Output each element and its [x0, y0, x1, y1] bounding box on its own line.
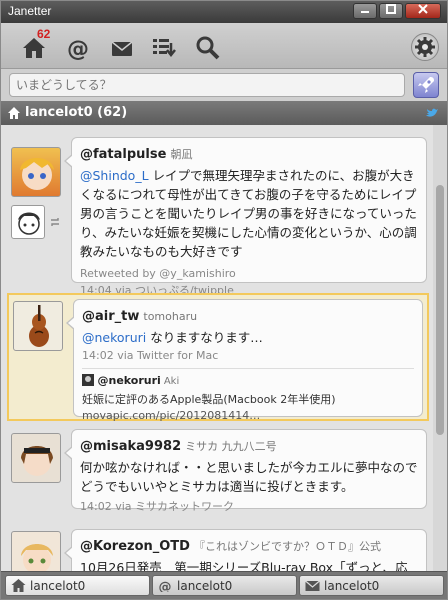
tweet-username[interactable]: @fatalpulse	[80, 147, 166, 162]
minimize-icon	[361, 11, 369, 13]
at-icon: @	[159, 580, 172, 592]
scrollbar-thumb[interactable]	[436, 185, 444, 435]
avatar-image	[21, 446, 53, 476]
compose-bar	[1, 69, 447, 101]
tab-messages[interactable]: lancelot0	[299, 575, 444, 596]
close-icon	[418, 4, 428, 14]
tweet-item-selected[interactable]: @air_tw tomoharu @nekoruri なりますなります… 14:0…	[7, 293, 429, 422]
tweet-display-name: tomoharu	[143, 310, 198, 323]
tweet-display-name: 『これはゾンビですか？ＯＴＤ』公式	[193, 540, 381, 553]
maximize-button[interactable]	[379, 3, 403, 19]
quote-username[interactable]: @nekoruri	[98, 374, 161, 387]
mail-icon	[305, 580, 320, 591]
search-icon	[196, 36, 220, 60]
tweet-bubble: @Korezon_OTD 『これはゾンビですか？ＯＴＤ』公式 10月26日発売 第…	[64, 529, 427, 571]
settings-button[interactable]	[411, 33, 439, 61]
timeline-scrollbar[interactable]	[433, 125, 447, 571]
tab-label: lancelot0	[324, 579, 380, 593]
tab-label: lancelot0	[177, 579, 233, 593]
user-avatar[interactable]	[13, 301, 63, 351]
tweet-item[interactable]: @Korezon_OTD 『これはゾンビですか？ＯＴＤ』公式 10月26日発売 第…	[1, 519, 433, 571]
rocket-icon	[418, 77, 434, 93]
tweet-body-text: なりますなります…	[146, 330, 263, 345]
status-input[interactable]	[9, 73, 405, 97]
mail-icon	[111, 41, 133, 56]
tweet-meta: 14:02 via ミサカネットワーク	[80, 500, 234, 513]
window-title: Janetter	[8, 4, 52, 18]
app-window: Janetter 62 @ いまどうしてる？ lancelot0 (62) @f…	[0, 0, 448, 600]
avatar-image	[20, 158, 54, 190]
title-bar: Janetter	[1, 1, 447, 23]
user-avatar[interactable]	[11, 147, 61, 197]
user-avatar[interactable]	[11, 531, 61, 571]
mentions-button[interactable]: @	[65, 35, 91, 62]
tweet-mention-link[interactable]: @nekoruri	[82, 330, 146, 345]
quote-link[interactable]: movapic.com/pic/2012081414…	[82, 409, 414, 422]
gear-icon	[415, 37, 435, 57]
tab-label: lancelot0	[30, 579, 86, 593]
close-button[interactable]	[405, 3, 441, 19]
tab-mentions[interactable]: @ lancelot0	[152, 575, 297, 596]
messages-button[interactable]	[109, 35, 135, 61]
tweet-username[interactable]: @Korezon_OTD	[80, 539, 190, 554]
tweet-username[interactable]: @misaka9982	[80, 439, 181, 454]
post-button[interactable]	[413, 72, 439, 98]
at-icon: @	[67, 37, 89, 62]
tweet-text: 10月26日発売 第一期シリーズBlu-ray Box「ずっと、応援してくれてあ…	[80, 560, 408, 571]
home-icon	[11, 579, 26, 592]
maximize-icon	[386, 4, 396, 14]
toolbar: 62 @	[1, 23, 447, 69]
violin-icon	[29, 305, 49, 347]
twitter-bird-icon	[426, 108, 438, 117]
tweet-bubble: @fatalpulse 朝凪 @Shindo_L レイプで無理矢理孕まされたのに、…	[64, 137, 427, 297]
tweet-item[interactable]: @misaka9982 ミサカ 九九八二号 何か呟かなければ・・と思いましたが今カ…	[1, 429, 433, 513]
svg-text:@: @	[159, 580, 172, 592]
column-header: lancelot0 (62)	[1, 101, 447, 125]
tweet-item[interactable]: @fatalpulse 朝凪 @Shindo_L レイプで無理矢理孕まされたのに、…	[1, 133, 433, 297]
retweeter-avatar[interactable]	[11, 205, 45, 239]
tweet-display-name: ミサカ 九九八二号	[185, 440, 277, 453]
tweet-meta: 14:02 via Twitter for Mac	[82, 349, 219, 362]
search-button[interactable]	[195, 35, 221, 61]
user-avatar[interactable]	[11, 433, 61, 483]
quoted-tweet[interactable]: @nekoruri Aki 妊娠に定評のあるApple製品(Macbook 2年半…	[82, 368, 414, 422]
retweet-icon	[51, 218, 59, 226]
tweet-text: @Shindo_L レイプで無理矢理孕まされたのに、お腹が大きくなるにつれて母性…	[80, 166, 418, 261]
quote-avatar-icon	[82, 374, 94, 386]
home-icon	[8, 107, 20, 119]
retweeted-by[interactable]: Retweeted by @y_kamishiro	[80, 267, 418, 280]
minimize-button[interactable]	[353, 3, 377, 19]
quote-display-name: Aki	[163, 376, 180, 387]
svg-text:@: @	[67, 37, 89, 61]
quote-text: 妊娠に定評のあるApple製品(Macbook 2年半使用)	[82, 393, 336, 406]
tweet-text: 何か呟かなければ・・と思いましたが今カエルに夢中なのでどうでもいいやとミサカは適…	[80, 460, 418, 494]
column-title: lancelot0 (62)	[25, 105, 128, 120]
list-download-icon	[153, 39, 176, 58]
tweet-username[interactable]: @air_tw	[82, 309, 139, 324]
home-unread-badge: 62	[37, 27, 51, 41]
column-tabs: lancelot0 @ lancelot0 lancelot0	[1, 571, 447, 599]
avatar-image	[21, 544, 53, 571]
tweet-text: @nekoruri なりますなります…	[82, 328, 414, 347]
avatar-image	[18, 212, 40, 235]
tweet-mention-link[interactable]: @Shindo_L	[80, 168, 149, 183]
lists-button[interactable]	[151, 35, 177, 61]
tweet-bubble: @air_tw tomoharu @nekoruri なりますなります… 14:0…	[66, 299, 423, 422]
timeline[interactable]: @fatalpulse 朝凪 @Shindo_L レイプで無理矢理孕まされたのに、…	[1, 125, 433, 571]
tweet-display-name: 朝凪	[170, 148, 193, 161]
tweet-bubble: @misaka9982 ミサカ 九九八二号 何か呟かなければ・・と思いましたが今カ…	[64, 429, 427, 513]
tab-home[interactable]: lancelot0	[5, 575, 150, 596]
